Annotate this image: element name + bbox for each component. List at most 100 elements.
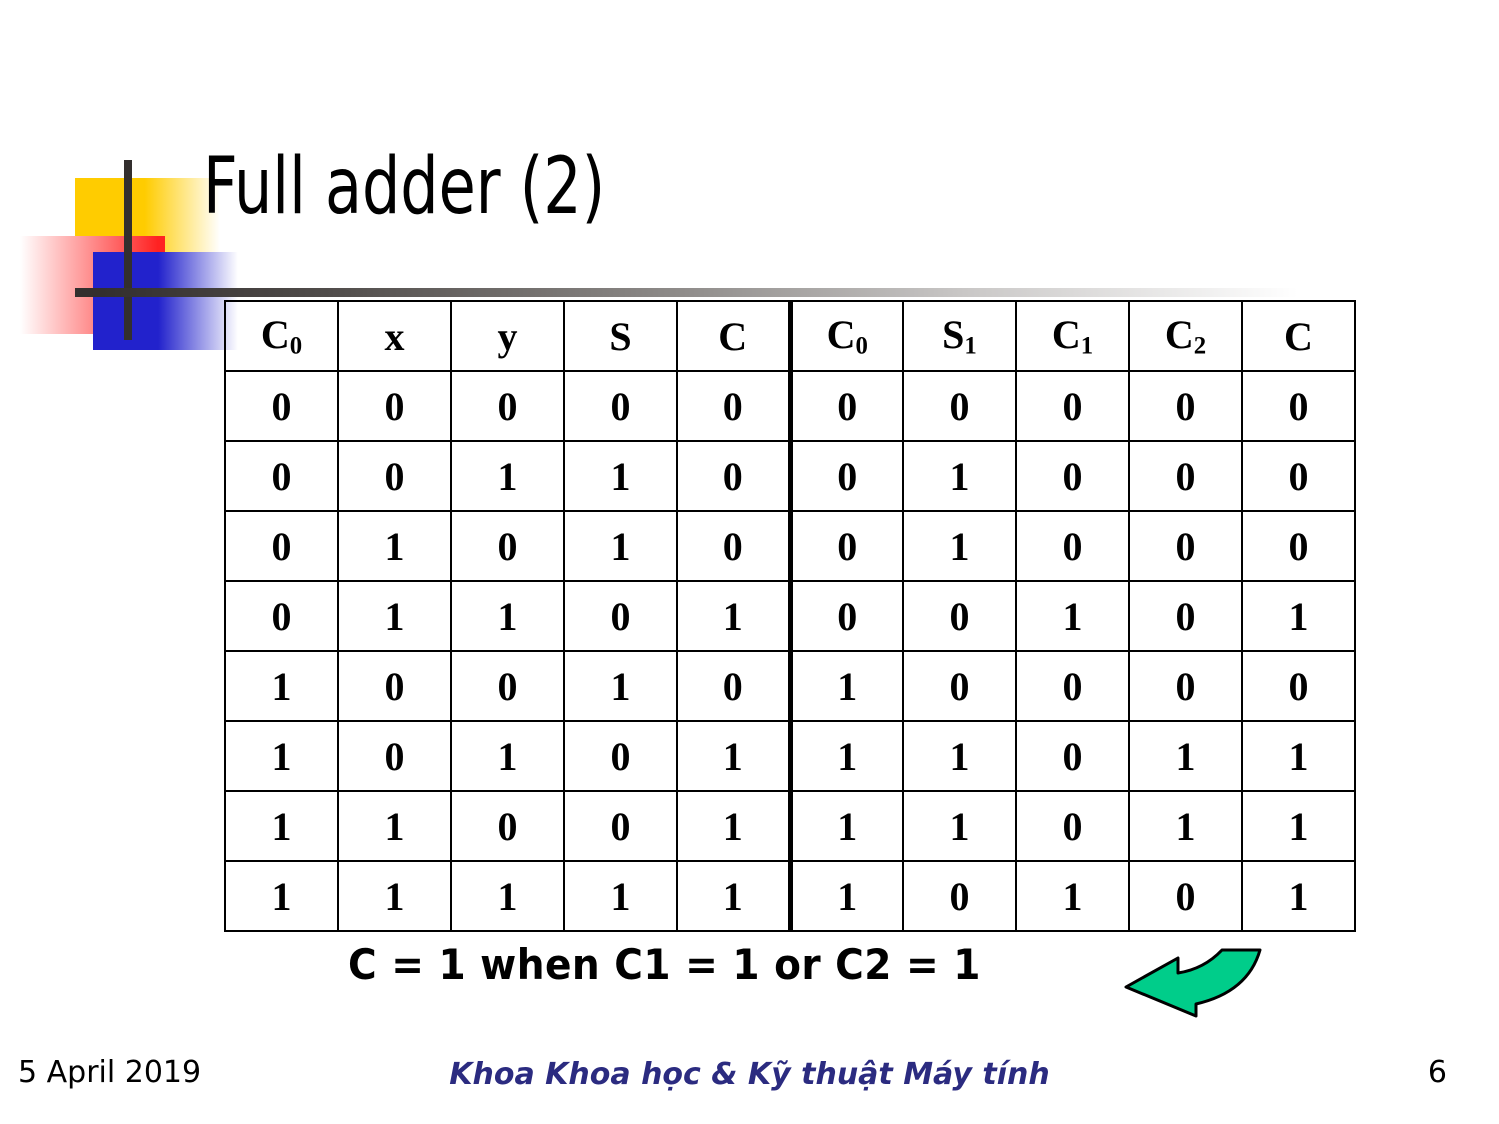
table-header-row: C0 x y S C C0 S1 C1 C2 C — [224, 300, 1356, 372]
table-header-cell: x — [337, 300, 452, 372]
table-row: 1111110101 — [224, 860, 1356, 932]
table-cell: 0 — [787, 370, 904, 442]
table-cell: 1 — [1241, 720, 1356, 792]
table-cell: 0 — [676, 650, 791, 722]
table-cell: 0 — [1015, 790, 1130, 862]
table-cell: 1 — [224, 650, 339, 722]
table-cell: 0 — [902, 860, 1017, 932]
slide-footer: 5 April 2019 Khoa Khoa học & Kỹ thuật Má… — [0, 1055, 1499, 1105]
table-cell: 1 — [1241, 580, 1356, 652]
table-cell: 0 — [450, 790, 565, 862]
table-cell: 0 — [1128, 370, 1243, 442]
caption-text: C = 1 when C1 = 1 or C2 = 1 — [348, 940, 981, 989]
table-header-cell: S1 — [902, 300, 1017, 372]
table-row: 0110100101 — [224, 580, 1356, 652]
header-subscript: 2 — [1193, 332, 1207, 360]
table-cell: 0 — [337, 440, 452, 512]
table-cell: 1 — [450, 860, 565, 932]
table-cell: 1 — [902, 440, 1017, 512]
caption-row: C = 1 when C1 = 1 or C2 = 1 — [0, 940, 1499, 1010]
header-subscript: 1 — [964, 332, 977, 360]
table-cell: 1 — [224, 860, 339, 932]
table-cell: 1 — [224, 790, 339, 862]
table-row: 1010111011 — [224, 720, 1356, 792]
table-header-cell: S — [563, 300, 678, 372]
table-header-cell: C0 — [787, 300, 904, 372]
table-cell: 0 — [676, 440, 791, 512]
table-row: 1001010000 — [224, 650, 1356, 722]
table-cell: 0 — [787, 510, 904, 582]
table-cell: 0 — [563, 790, 678, 862]
table-cell: 1 — [1241, 860, 1356, 932]
table-row: 0101001000 — [224, 510, 1356, 582]
table-cell: 1 — [902, 790, 1017, 862]
table-cell: 0 — [902, 580, 1017, 652]
table-cell: 1 — [676, 720, 791, 792]
table-cell: 0 — [1128, 860, 1243, 932]
table-cell: 0 — [1128, 650, 1243, 722]
table-cell: 0 — [676, 370, 791, 442]
table-cell: 1 — [787, 860, 904, 932]
truth-table: C0 x y S C C0 S1 C1 C2 C 000000000000110010000101… — [224, 300, 1356, 932]
table-row: 0011001000 — [224, 440, 1356, 512]
table-cell: 0 — [1241, 440, 1356, 512]
table-cell: 1 — [224, 720, 339, 792]
table-cell: 0 — [1241, 650, 1356, 722]
table-cell: 0 — [450, 510, 565, 582]
table-cell: 1 — [337, 510, 452, 582]
table-cell: 1 — [902, 510, 1017, 582]
table-header-cell: C — [676, 300, 791, 372]
table-cell: 0 — [1128, 510, 1243, 582]
table-cell: 1 — [337, 580, 452, 652]
table-cell: 0 — [1015, 370, 1130, 442]
table-cell: 0 — [224, 440, 339, 512]
table-cell: 0 — [787, 440, 904, 512]
table-cell: 1 — [563, 650, 678, 722]
header-subscript: 1 — [1080, 332, 1094, 360]
slide-title: Full adder (2) — [203, 142, 606, 232]
footer-department: Khoa Khoa học & Kỹ thuật Máy tính — [449, 1057, 1050, 1092]
table-cell: 0 — [224, 510, 339, 582]
table-cell: 0 — [1015, 510, 1130, 582]
table-cell: 1 — [450, 580, 565, 652]
table-header-cell: C1 — [1015, 300, 1130, 372]
table-header-cell: y — [450, 300, 565, 372]
table-cell: 0 — [563, 580, 678, 652]
table-cell: 1 — [787, 650, 904, 722]
table-header-cell: C2 — [1128, 300, 1243, 372]
curved-left-arrow-icon — [1124, 948, 1262, 1018]
table-cell: 1 — [787, 720, 904, 792]
table-cell: 1 — [563, 510, 678, 582]
table-cell: 1 — [1015, 860, 1130, 932]
table-cell: 1 — [563, 440, 678, 512]
table-cell: 0 — [1015, 440, 1130, 512]
table-body: 0000000000001100100001010010000110100101… — [224, 370, 1356, 932]
table-cell: 0 — [450, 650, 565, 722]
table-cell: 0 — [1015, 650, 1130, 722]
table-row: 0000000000 — [224, 370, 1356, 442]
table-cell: 1 — [787, 790, 904, 862]
table-cell: 0 — [563, 370, 678, 442]
table-row: 1100111011 — [224, 790, 1356, 862]
table-cell: 0 — [337, 650, 452, 722]
title-underline-bar — [75, 288, 1465, 297]
table-cell: 1 — [337, 790, 452, 862]
table-cell: 1 — [1128, 720, 1243, 792]
table-cell: 0 — [450, 370, 565, 442]
table-cell: 1 — [1128, 790, 1243, 862]
logo-vertical-bar — [124, 160, 132, 340]
table-cell: 0 — [337, 720, 452, 792]
table-header-cell: C — [1241, 300, 1356, 372]
table-cell: 1 — [563, 860, 678, 932]
header-subscript: 0 — [855, 332, 868, 360]
logo-blue-square — [93, 252, 238, 350]
table-cell: 0 — [224, 580, 339, 652]
table-cell: 0 — [1128, 580, 1243, 652]
table-cell: 0 — [902, 370, 1017, 442]
table-cell: 0 — [337, 370, 452, 442]
table-cell: 1 — [450, 440, 565, 512]
footer-page-number: 6 — [1427, 1055, 1447, 1090]
table-cell: 1 — [450, 720, 565, 792]
slide-logo-decoration — [20, 160, 1465, 360]
table-cell: 1 — [902, 720, 1017, 792]
